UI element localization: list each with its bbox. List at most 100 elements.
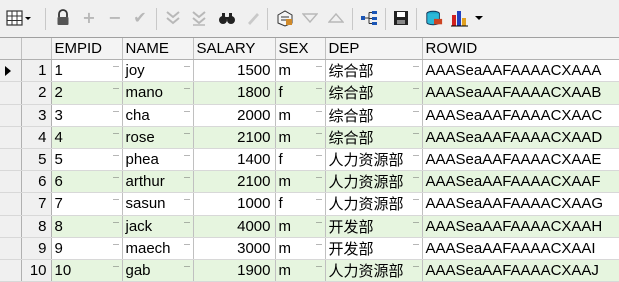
table-row[interactable]: 5 5 ··· phea ··· 1400 f ··· 人力资源部 ··· AAASeaAAFAAA…: [0, 148, 619, 172]
row-indicator[interactable]: [0, 259, 22, 282]
column-header-rowid[interactable]: ROWID: [422, 38, 619, 61]
cell-dep[interactable]: 人力资源部 ···: [325, 192, 423, 216]
cell-salary[interactable]: 1900: [193, 259, 276, 282]
cell-dep[interactable]: 综合部 ···: [325, 126, 423, 149]
cell-sex[interactable]: m ···: [275, 126, 326, 149]
filter-icon[interactable]: [164, 9, 182, 27]
cell-dep[interactable]: 综合部 ···: [325, 81, 423, 105]
table-row[interactable]: 1 1 ··· joy ··· 1500 m ··· 综合部 ··· AAASeaAAFAAAACX…: [0, 59, 619, 83]
cell-empid[interactable]: 10 ···: [51, 259, 123, 282]
cell-editor-button[interactable]: ···: [184, 261, 191, 271]
cell-editor-button[interactable]: ···: [113, 239, 120, 249]
cell-editor-button[interactable]: ···: [316, 261, 323, 271]
cell-editor-button[interactable]: ···: [184, 106, 191, 116]
cell-name[interactable]: rose ···: [122, 126, 194, 149]
cell-editor-button[interactable]: ···: [184, 83, 191, 93]
row-indicator[interactable]: [0, 126, 22, 149]
table-row[interactable]: 10 10 ··· gab ··· 1900 m ··· 人力资源部 ··· AAASeaAAFAA…: [0, 259, 619, 282]
table-row[interactable]: 7 7 ··· sasun ··· 1000 f ··· 人力资源部 ··· AAASeaAAFAA…: [0, 192, 619, 216]
row-indicator[interactable]: [0, 192, 22, 216]
cell-salary[interactable]: 4000: [193, 215, 276, 238]
cell-rowid[interactable]: AAASeaAAFAAAACXAAA: [422, 59, 619, 83]
cell-sex[interactable]: m ···: [275, 237, 326, 260]
clear-icon[interactable]: [244, 9, 262, 27]
cell-salary[interactable]: 1800: [193, 81, 276, 105]
export-icon[interactable]: [425, 9, 443, 27]
cell-editor-button[interactable]: ···: [184, 172, 191, 182]
cell-dep[interactable]: 人力资源部 ···: [325, 148, 423, 172]
cell-editor-button[interactable]: ···: [113, 194, 120, 204]
row-indicator[interactable]: [0, 215, 22, 238]
cell-sex[interactable]: m ···: [275, 259, 326, 282]
cell-sex[interactable]: f ···: [275, 192, 326, 216]
cell-rowid[interactable]: AAASeaAAFAAAACXAAD: [422, 126, 619, 149]
lock-icon[interactable]: [54, 9, 72, 27]
chart-icon[interactable]: [451, 9, 485, 27]
cell-empid[interactable]: 8 ···: [51, 215, 123, 238]
cell-dep[interactable]: 人力资源部 ···: [325, 170, 423, 194]
table-row[interactable]: 3 3 ··· cha ··· 2000 m ··· 综合部 ··· AAASeaAAFAAAACX…: [0, 104, 619, 127]
cell-empid[interactable]: 9 ···: [51, 237, 123, 260]
cell-editor-button[interactable]: ···: [113, 61, 120, 71]
column-header-name[interactable]: NAME: [122, 38, 194, 61]
cell-rowid[interactable]: AAASeaAAFAAAACXAAF: [422, 170, 619, 194]
column-header-empid[interactable]: EMPID: [51, 38, 123, 61]
cell-sex[interactable]: m ···: [275, 170, 326, 194]
cell-editor-button[interactable]: ···: [184, 217, 191, 227]
cell-editor-button[interactable]: ···: [113, 217, 120, 227]
cell-salary[interactable]: 2000: [193, 104, 276, 127]
cell-name[interactable]: mano ···: [122, 81, 194, 105]
column-header-sex[interactable]: SEX: [275, 38, 326, 61]
cell-editor-button[interactable]: ···: [316, 61, 323, 71]
grid-view-icon[interactable]: [6, 9, 32, 27]
cell-editor-button[interactable]: ···: [413, 128, 420, 138]
row-indicator[interactable]: [0, 170, 22, 194]
column-header-dep[interactable]: DEP: [325, 38, 423, 61]
cell-editor-button[interactable]: ···: [413, 217, 420, 227]
cell-name[interactable]: arthur ···: [122, 170, 194, 194]
cell-dep[interactable]: 人力资源部 ···: [325, 259, 423, 282]
table-row[interactable]: 2 2 ··· mano ··· 1800 f ··· 综合部 ··· AAASeaAAFAAAAC…: [0, 81, 619, 105]
cell-sex[interactable]: f ···: [275, 81, 326, 105]
cell-editor-button[interactable]: ···: [316, 217, 323, 227]
save-icon[interactable]: [392, 9, 410, 27]
cell-rowid[interactable]: AAASeaAAFAAAACXAAI: [422, 237, 619, 260]
cell-editor-button[interactable]: ···: [113, 261, 120, 271]
cell-editor-button[interactable]: ···: [413, 150, 420, 160]
row-indicator[interactable]: [0, 59, 22, 83]
delete-record-icon[interactable]: −: [106, 9, 124, 27]
cell-name[interactable]: cha ···: [122, 104, 194, 127]
insert-record-icon[interactable]: +: [80, 9, 98, 27]
cell-editor-button[interactable]: ···: [113, 150, 120, 160]
cell-rowid[interactable]: AAASeaAAFAAAACXAAG: [422, 192, 619, 216]
find-icon[interactable]: [218, 9, 236, 27]
table-row[interactable]: 6 6 ··· arthur ··· 2100 m ··· 人力资源部 ··· AAASeaAAFA…: [0, 170, 619, 194]
cell-name[interactable]: sasun ···: [122, 192, 194, 216]
cell-dep[interactable]: 综合部 ···: [325, 104, 423, 127]
cell-editor-button[interactable]: ···: [413, 239, 420, 249]
cell-rowid[interactable]: AAASeaAAFAAAACXAAB: [422, 81, 619, 105]
cell-name[interactable]: jack ···: [122, 215, 194, 238]
cell-empid[interactable]: 3 ···: [51, 104, 123, 127]
cell-editor-button[interactable]: ···: [184, 61, 191, 71]
cell-empid[interactable]: 4 ···: [51, 126, 123, 149]
cell-dep[interactable]: 开发部 ···: [325, 237, 423, 260]
cell-empid[interactable]: 1 ···: [51, 59, 123, 83]
column-header-salary[interactable]: SALARY: [193, 38, 276, 61]
cell-editor-button[interactable]: ···: [316, 239, 323, 249]
cell-name[interactable]: gab ···: [122, 259, 194, 282]
cell-editor-button[interactable]: ···: [184, 150, 191, 160]
cell-editor-button[interactable]: ···: [316, 172, 323, 182]
previous-page-icon[interactable]: [327, 9, 345, 27]
table-row[interactable]: 9 9 ··· maech ··· 3000 m ··· 开发部 ··· AAASeaAAFAAAA…: [0, 237, 619, 260]
row-indicator[interactable]: [0, 148, 22, 172]
cell-editor-button[interactable]: ···: [413, 194, 420, 204]
cell-dep[interactable]: 综合部 ···: [325, 59, 423, 83]
row-indicator[interactable]: [0, 104, 22, 127]
cell-salary[interactable]: 1500: [193, 59, 276, 83]
cell-editor-button[interactable]: ···: [113, 172, 120, 182]
cell-salary[interactable]: 3000: [193, 237, 276, 260]
cell-dep[interactable]: 开发部 ···: [325, 215, 423, 238]
next-page-icon[interactable]: [301, 9, 319, 27]
explain-tree-icon[interactable]: [360, 9, 378, 27]
